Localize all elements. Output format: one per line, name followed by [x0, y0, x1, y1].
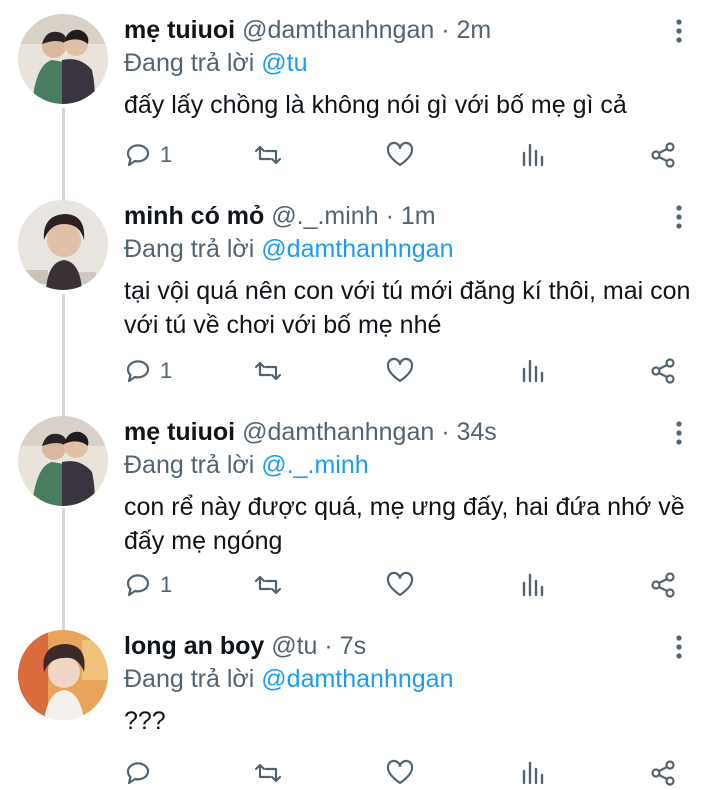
tweet-header: mẹ tuiuoi @damthanhngan · 2m [124, 14, 491, 46]
tweet-text: ??? [124, 707, 166, 735]
share-button[interactable] [649, 756, 677, 790]
retweet-icon [254, 357, 282, 385]
analytics-icon [519, 759, 547, 787]
reply-icon [124, 141, 152, 169]
more-options-icon[interactable] [664, 16, 694, 46]
like-button[interactable] [386, 138, 414, 172]
retweet-button[interactable] [254, 354, 282, 388]
like-button[interactable] [386, 568, 414, 602]
replying-to-label: Đang trả lời [124, 235, 255, 263]
replying-to: Đang trả lời @damthanhngan [124, 663, 453, 695]
separator-dot: · [385, 202, 394, 230]
retweet-icon [254, 571, 282, 599]
analytics-icon [519, 571, 547, 599]
tweet-text: con rể này được quá, mẹ ưng đấy, hai đứa… [124, 493, 685, 555]
mention-link[interactable]: @damthanhngan [261, 665, 453, 693]
retweet-button[interactable] [254, 568, 282, 602]
display-name[interactable]: long an boy [124, 632, 264, 660]
reply-button[interactable]: 1 [124, 354, 172, 388]
heart-icon [386, 141, 414, 169]
mention-link[interactable]: @._.minh [261, 451, 368, 479]
user-handle[interactable]: @damthanhngan [242, 16, 434, 44]
reply-count: 1 [160, 572, 173, 597]
share-icon [649, 759, 677, 787]
mention-link[interactable]: @damthanhngan [261, 235, 453, 263]
tweet-header: minh có mỏ @._.minh · 1m [124, 200, 436, 232]
share-icon [649, 141, 677, 169]
display-name[interactable]: mẹ tuiuoi [124, 16, 235, 44]
tweet-header: long an boy @tu · 7s [124, 630, 366, 662]
replying-to: Đang trả lời @tu [124, 47, 308, 79]
action-bar: 1 [124, 138, 684, 172]
avatar[interactable] [18, 200, 108, 290]
avatar[interactable] [18, 14, 108, 104]
replying-to-label: Đang trả lời [124, 49, 255, 77]
replying-to-label: Đang trả lời [124, 665, 255, 693]
tweet-text: tại vội quá nên con với tú mới đăng kí t… [124, 277, 691, 339]
replying-to: Đang trả lời @damthanhngan [124, 233, 453, 265]
separator-dot: · [324, 632, 333, 660]
retweet-button[interactable] [254, 138, 282, 172]
tweet-text: đấy lấy chồng là không nói gì với bố mẹ … [124, 91, 627, 119]
reply-button[interactable]: 1 [124, 568, 172, 602]
heart-icon [386, 759, 414, 787]
share-button[interactable] [649, 138, 677, 172]
display-name[interactable]: mẹ tuiuoi [124, 418, 235, 446]
more-options-icon[interactable] [664, 632, 694, 662]
more-options-icon[interactable] [664, 418, 694, 448]
separator-dot: · [441, 16, 450, 44]
like-button[interactable] [386, 756, 414, 790]
user-handle[interactable]: @damthanhngan [242, 418, 434, 446]
mention-link[interactable]: @tu [261, 49, 307, 77]
share-icon [649, 571, 677, 599]
action-bar: 1 [124, 568, 684, 602]
reply-button[interactable]: 1 [124, 138, 172, 172]
share-icon [649, 357, 677, 385]
replying-to-label: Đang trả lời [124, 451, 255, 479]
replying-to: Đang trả lời @._.minh [124, 449, 369, 481]
share-button[interactable] [649, 568, 677, 602]
views-button[interactable] [519, 354, 547, 388]
timestamp[interactable]: 2m [456, 16, 491, 44]
display-name[interactable]: minh có mỏ [124, 202, 264, 230]
tweet-2[interactable]: minh có mỏ @._.minh · 1m Đang trả lời @d… [0, 186, 720, 400]
heart-icon [386, 571, 414, 599]
retweet-icon [254, 759, 282, 787]
like-button[interactable] [386, 354, 414, 388]
retweet-icon [254, 141, 282, 169]
tweet-3[interactable]: mẹ tuiuoi @damthanhngan · 34s Đang trả l… [0, 402, 720, 616]
analytics-icon [519, 141, 547, 169]
share-button[interactable] [649, 354, 677, 388]
action-bar: 1 [124, 354, 684, 388]
avatar[interactable] [18, 630, 108, 720]
tweet-1[interactable]: mẹ tuiuoi @damthanhngan · 2m Đang trả lờ… [0, 0, 720, 200]
retweet-button[interactable] [254, 756, 282, 790]
more-options-icon[interactable] [664, 202, 694, 232]
reply-icon [124, 571, 152, 599]
tweet-header: mẹ tuiuoi @damthanhngan · 34s [124, 416, 497, 448]
views-button[interactable] [519, 756, 547, 790]
reply-count: 1 [160, 142, 173, 167]
avatar[interactable] [18, 416, 108, 506]
reply-icon [124, 759, 152, 787]
timestamp[interactable]: 7s [340, 632, 366, 660]
user-handle[interactable]: @._.minh [271, 202, 378, 230]
reply-icon [124, 357, 152, 385]
user-handle[interactable]: @tu [271, 632, 317, 660]
action-bar [124, 756, 684, 790]
reply-button[interactable] [124, 756, 152, 790]
views-button[interactable] [519, 138, 547, 172]
analytics-icon [519, 357, 547, 385]
reply-count: 1 [160, 358, 173, 383]
separator-dot: · [441, 418, 450, 446]
tweet-4[interactable]: long an boy @tu · 7s Đang trả lời @damth… [0, 616, 720, 786]
timestamp[interactable]: 1m [401, 202, 436, 230]
views-button[interactable] [519, 568, 547, 602]
heart-icon [386, 357, 414, 385]
timestamp[interactable]: 34s [456, 418, 496, 446]
